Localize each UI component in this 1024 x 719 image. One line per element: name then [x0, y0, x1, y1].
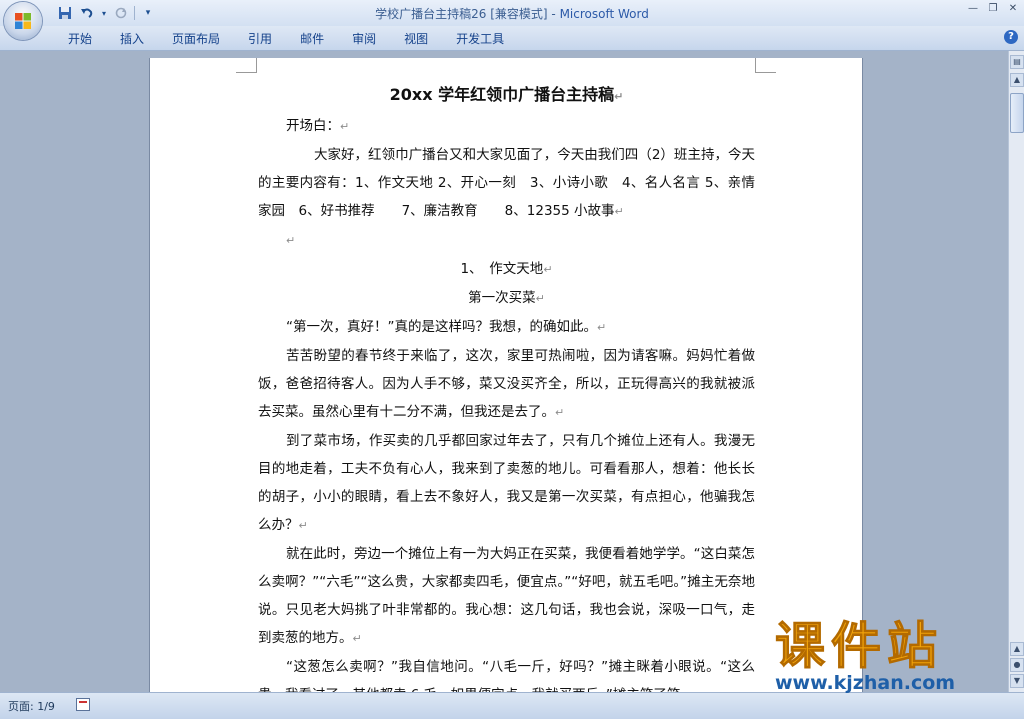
watermark-logo: 课件站 www.kjzhan.com: [775, 617, 1005, 695]
proofing-icon[interactable]: [76, 698, 90, 711]
office-button[interactable]: [4, 2, 42, 40]
close-icon[interactable]: ✕: [1006, 2, 1020, 16]
ribbon-tabs: 开始 插入 页面布局 引用 邮件 审阅 视图 开发工具: [54, 30, 518, 48]
window-title: 学校广播台主持稿26 [兼容模式] - Microsoft Word: [0, 5, 1024, 22]
scroll-up-icon[interactable]: ▲: [1010, 73, 1024, 87]
document-name: 学校广播台主持稿26 [兼容模式]: [375, 7, 548, 21]
tab-review[interactable]: 审阅: [338, 30, 390, 48]
paragraph: 就在此时，旁边一个摊位上有一为大妈正在买菜，我便看着她学学。“这白菜怎么卖啊？”…: [258, 546, 755, 646]
select-browse-object-icon[interactable]: ●: [1010, 658, 1024, 672]
page-indicator[interactable]: 页面: 1/9: [8, 698, 55, 714]
paragraph: “这葱怎么卖啊？”我自信地问。“八毛一斤，好吗？”摊主眯着小眼说。“这么贵，我看…: [258, 659, 755, 692]
scrollbar-thumb[interactable]: [1010, 93, 1024, 133]
title-bar: ▾ ▾ 学校广播台主持稿26 [兼容模式] - Microsoft Word —…: [0, 0, 1024, 40]
paragraph: 苦苦盼望的春节终于来临了，这次，家里可热闹啦，因为请客嘛。妈妈忙着做饭，爸爸招待…: [258, 348, 755, 420]
margin-corner-top-left: [236, 58, 257, 73]
next-page-icon[interactable]: ▼: [1010, 674, 1024, 688]
minimize-icon[interactable]: —: [966, 2, 980, 16]
tab-mailings[interactable]: 邮件: [286, 30, 338, 48]
watermark-url: www.kjzhan.com: [775, 672, 956, 694]
ribbon-tab-bar: 开始 插入 页面布局 引用 邮件 审阅 视图 开发工具 ?: [0, 26, 1024, 51]
tab-developer[interactable]: 开发工具: [442, 30, 518, 48]
app-name: Microsoft Word: [559, 7, 649, 21]
margin-corner-top-right: [755, 58, 776, 73]
article-title: 第一次买菜↵: [468, 290, 545, 306]
help-icon[interactable]: ?: [1004, 30, 1018, 44]
tab-page-layout[interactable]: 页面布局: [158, 30, 234, 48]
view-ruler-icon[interactable]: ▤: [1010, 55, 1024, 69]
document-title: 20xx 学年红领巾广播台主持稿↵: [389, 85, 624, 104]
document-page[interactable]: 20xx 学年红领巾广播台主持稿↵ 开场白：↵ 大家好，红领巾广播台又和大家见面…: [150, 58, 862, 692]
empty-paragraph: ↵: [286, 234, 296, 247]
paragraph: 开场白：↵: [286, 118, 350, 134]
section-heading: 1、 作文天地↵: [460, 261, 553, 277]
vertical-scrollbar[interactable]: ▤ ▲ ▲ ● ▼: [1008, 51, 1024, 692]
tab-home[interactable]: 开始: [54, 30, 106, 48]
document-workspace: 20xx 学年红领巾广播台主持稿↵ 开场白：↵ 大家好，红领巾广播台又和大家见面…: [0, 51, 1008, 692]
document-body[interactable]: 20xx 学年红领巾广播台主持稿↵ 开场白：↵ 大家好，红领巾广播台又和大家见面…: [258, 78, 755, 692]
paragraph: “第一次，真好！”真的是这样吗？我想，的确如此。↵: [286, 319, 607, 335]
watermark-text: 课件站: [775, 617, 943, 675]
status-bar: 页面: 1/9: [0, 692, 1024, 719]
tab-view[interactable]: 视图: [390, 30, 442, 48]
paragraph: 到了菜市场，作买卖的几乎都回家过年去了，只有几个摊位上还有人。我漫无目的地走着，…: [258, 433, 755, 533]
tab-references[interactable]: 引用: [234, 30, 286, 48]
title-separator: -: [547, 7, 560, 21]
window-controls: — ❐ ✕: [966, 2, 1020, 16]
tab-insert[interactable]: 插入: [106, 30, 158, 48]
paragraph: 大家好，红领巾广播台又和大家见面了，今天由我们四（2）班主持，今天的主要内容有：…: [258, 147, 755, 219]
restore-icon[interactable]: ❐: [986, 2, 1000, 16]
previous-page-icon[interactable]: ▲: [1010, 642, 1024, 656]
office-logo-icon: [15, 13, 31, 29]
